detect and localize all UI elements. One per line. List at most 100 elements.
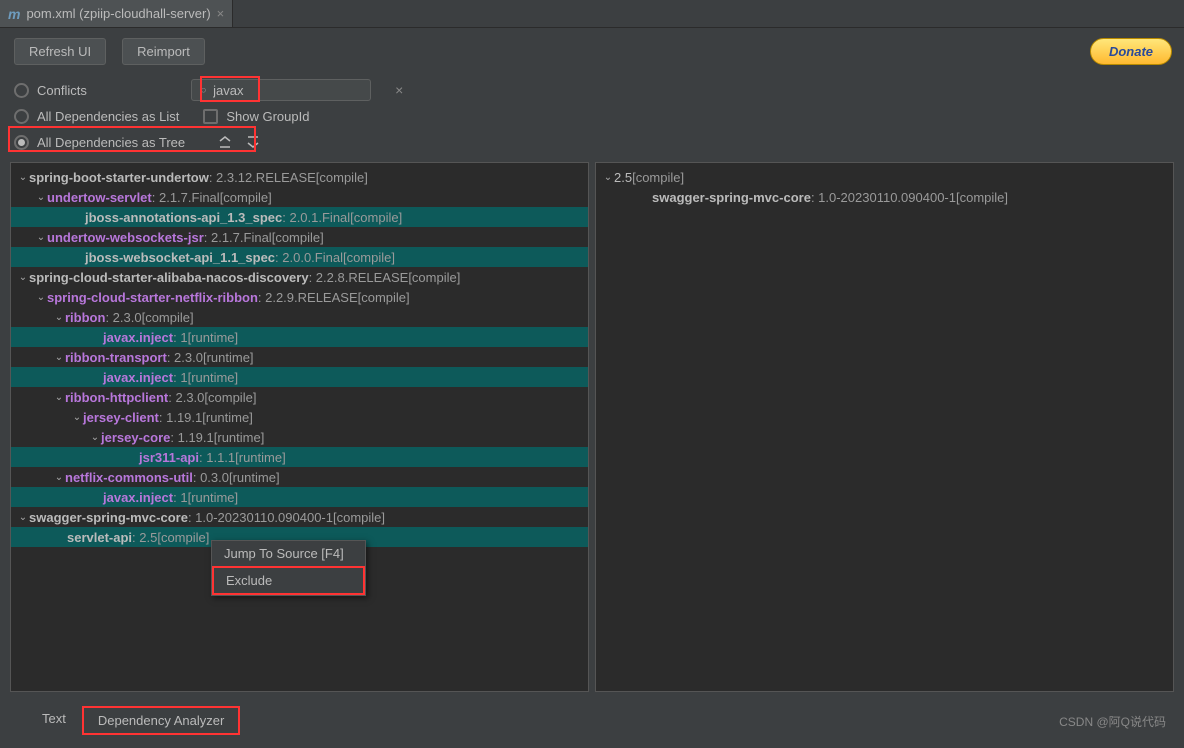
radio-icon xyxy=(14,135,29,150)
toolbar: Refresh UI Reimport xyxy=(0,28,1184,75)
radio-all-tree[interactable]: All Dependencies as Tree xyxy=(14,135,185,150)
chevron-down-icon[interactable]: ⌄ xyxy=(17,272,29,283)
left-dependency-tree[interactable]: ⌄spring-boot-starter-undertow : 2.3.12.R… xyxy=(10,162,589,692)
tree-row[interactable]: ⌄spring-cloud-starter-netflix-ribbon : 2… xyxy=(11,287,588,307)
collapse-all-icon[interactable] xyxy=(215,132,235,152)
search-box[interactable]: ⌕ × xyxy=(191,79,371,101)
chevron-down-icon[interactable]: ⌄ xyxy=(53,392,65,403)
dependency-scope: [compile] xyxy=(408,270,460,285)
chevron-down-icon[interactable]: ⌄ xyxy=(71,412,83,423)
editor-tab-bar: m pom.xml (zpiip-cloudhall-server) × xyxy=(0,0,1184,28)
chevron-down-icon[interactable]: ⌄ xyxy=(53,472,65,483)
radio-icon xyxy=(14,109,29,124)
dependency-name: 2.5 xyxy=(614,170,632,185)
menu-exclude[interactable]: Exclude xyxy=(212,566,365,595)
dependency-name: spring-cloud-starter-netflix-ribbon xyxy=(47,290,258,305)
chevron-down-icon[interactable]: ⌄ xyxy=(17,172,29,183)
dependency-scope: [compile] xyxy=(956,190,1008,205)
dependency-scope: [runtime] xyxy=(188,370,239,385)
radio-label: All Dependencies as List xyxy=(37,109,179,124)
dependency-name: servlet-api xyxy=(67,530,132,545)
chevron-down-icon[interactable]: ⌄ xyxy=(89,432,101,443)
tree-row[interactable]: ⌄jersey-client : 1.19.1 [runtime] xyxy=(11,407,588,427)
tree-row[interactable]: ⌄ribbon : 2.3.0 [compile] xyxy=(11,307,588,327)
dependency-name: javax.inject xyxy=(103,330,173,345)
tree-row[interactable]: ⌄spring-boot-starter-undertow : 2.3.12.R… xyxy=(11,167,588,187)
tab-text[interactable]: Text xyxy=(28,706,80,735)
search-input[interactable] xyxy=(213,83,389,98)
dependency-scope: [compile] xyxy=(272,230,324,245)
tree-row[interactable]: ⌄spring-cloud-starter-alibaba-nacos-disc… xyxy=(11,267,588,287)
dependency-name: ribbon-transport xyxy=(65,350,167,365)
dependency-name: ribbon-httpclient xyxy=(65,390,168,405)
checkbox-show-groupid[interactable]: Show GroupId xyxy=(203,109,309,124)
expand-all-icon[interactable] xyxy=(243,132,263,152)
options-row-1: Conflicts ⌕ × xyxy=(0,75,1184,105)
dependency-scope: [runtime] xyxy=(202,410,253,425)
chevron-down-icon[interactable]: ⌄ xyxy=(53,312,65,323)
chevron-down-icon[interactable]: ⌄ xyxy=(35,192,47,203)
dependency-name: swagger-spring-mvc-core xyxy=(29,510,188,525)
chevron-down-icon[interactable]: ⌄ xyxy=(35,232,47,243)
tree-row[interactable]: ⌄jersey-core : 1.19.1 [runtime] xyxy=(11,427,588,447)
refresh-button[interactable]: Refresh UI xyxy=(14,38,106,65)
dependency-name: undertow-servlet xyxy=(47,190,152,205)
tree-row[interactable]: jsr311-api : 1.1.1 [runtime] xyxy=(11,447,588,467)
dependency-name: jsr311-api xyxy=(139,450,199,465)
dependency-name: javax.inject xyxy=(103,490,173,505)
tree-row[interactable]: ⌄swagger-spring-mvc-core : 1.0-20230110.… xyxy=(11,507,588,527)
dependency-name: spring-cloud-starter-alibaba-nacos-disco… xyxy=(29,270,309,285)
tree-row[interactable]: ⌄2.5 [compile] xyxy=(596,167,1173,187)
right-dependency-tree[interactable]: ⌄2.5 [compile]swagger-spring-mvc-core : … xyxy=(595,162,1174,692)
maven-icon: m xyxy=(8,6,20,22)
checkbox-icon xyxy=(203,109,218,124)
tree-icon-group xyxy=(209,132,263,152)
dependency-scope: [compile] xyxy=(350,210,402,225)
tree-row[interactable]: javax.inject : 1 [runtime] xyxy=(11,487,588,507)
search-icon: ⌕ xyxy=(200,82,207,98)
radio-icon xyxy=(14,83,29,98)
dependency-scope: [runtime] xyxy=(235,450,286,465)
donate-button[interactable]: Donate xyxy=(1090,38,1172,65)
close-icon[interactable]: × xyxy=(217,6,225,21)
reimport-button[interactable]: Reimport xyxy=(122,38,205,65)
checkbox-label: Show GroupId xyxy=(226,109,309,124)
tree-row[interactable]: ⌄ribbon-transport : 2.3.0 [runtime] xyxy=(11,347,588,367)
main-panels: ⌄spring-boot-starter-undertow : 2.3.12.R… xyxy=(10,162,1174,692)
chevron-down-icon[interactable]: ⌄ xyxy=(17,512,29,523)
radio-conflicts[interactable]: Conflicts xyxy=(14,83,87,98)
chevron-down-icon[interactable]: ⌄ xyxy=(35,292,47,303)
radio-all-list[interactable]: All Dependencies as List xyxy=(14,109,179,124)
options-row-3: All Dependencies as Tree xyxy=(0,128,1184,156)
dependency-name: swagger-spring-mvc-core xyxy=(652,190,811,205)
tree-row[interactable]: javax.inject : 1 [runtime] xyxy=(11,327,588,347)
dependency-scope: [runtime] xyxy=(188,330,239,345)
tree-row[interactable]: swagger-spring-mvc-core : 1.0-20230110.0… xyxy=(596,187,1173,207)
dependency-name: javax.inject xyxy=(103,370,173,385)
tree-row[interactable]: jboss-websocket-api_1.1_spec : 2.0.0.Fin… xyxy=(11,247,588,267)
dependency-scope: [compile] xyxy=(343,250,395,265)
dependency-name: jboss-annotations-api_1.3_spec xyxy=(85,210,282,225)
dependency-scope: [compile] xyxy=(220,190,272,205)
file-tab[interactable]: m pom.xml (zpiip-cloudhall-server) × xyxy=(0,0,233,27)
chevron-down-icon[interactable]: ⌄ xyxy=(602,172,614,183)
dependency-scope: [compile] xyxy=(632,170,684,185)
tree-row[interactable]: jboss-annotations-api_1.3_spec : 2.0.1.F… xyxy=(11,207,588,227)
tree-row[interactable]: javax.inject : 1 [runtime] xyxy=(11,367,588,387)
tree-row[interactable]: ⌄undertow-servlet : 2.1.7.Final [compile… xyxy=(11,187,588,207)
clear-icon[interactable]: × xyxy=(395,82,403,98)
tree-row[interactable]: ⌄undertow-websockets-jsr : 2.1.7.Final [… xyxy=(11,227,588,247)
tree-row[interactable]: ⌄ribbon-httpclient : 2.3.0 [compile] xyxy=(11,387,588,407)
tab-dependency-analyzer[interactable]: Dependency Analyzer xyxy=(82,706,240,735)
dependency-scope: [compile] xyxy=(333,510,385,525)
dependency-scope: [runtime] xyxy=(214,430,265,445)
chevron-down-icon[interactable]: ⌄ xyxy=(53,352,65,363)
dependency-scope: [compile] xyxy=(204,390,256,405)
tree-row[interactable]: ⌄netflix-commons-util : 0.3.0 [runtime] xyxy=(11,467,588,487)
dependency-scope: [compile] xyxy=(142,310,194,325)
dependency-name: netflix-commons-util xyxy=(65,470,193,485)
watermark: CSDN @阿Q说代码 xyxy=(1059,713,1166,730)
dependency-name: jersey-core xyxy=(101,430,170,445)
menu-jump-to-source[interactable]: Jump To Source [F4] xyxy=(212,541,365,566)
dependency-scope: [compile] xyxy=(358,290,410,305)
